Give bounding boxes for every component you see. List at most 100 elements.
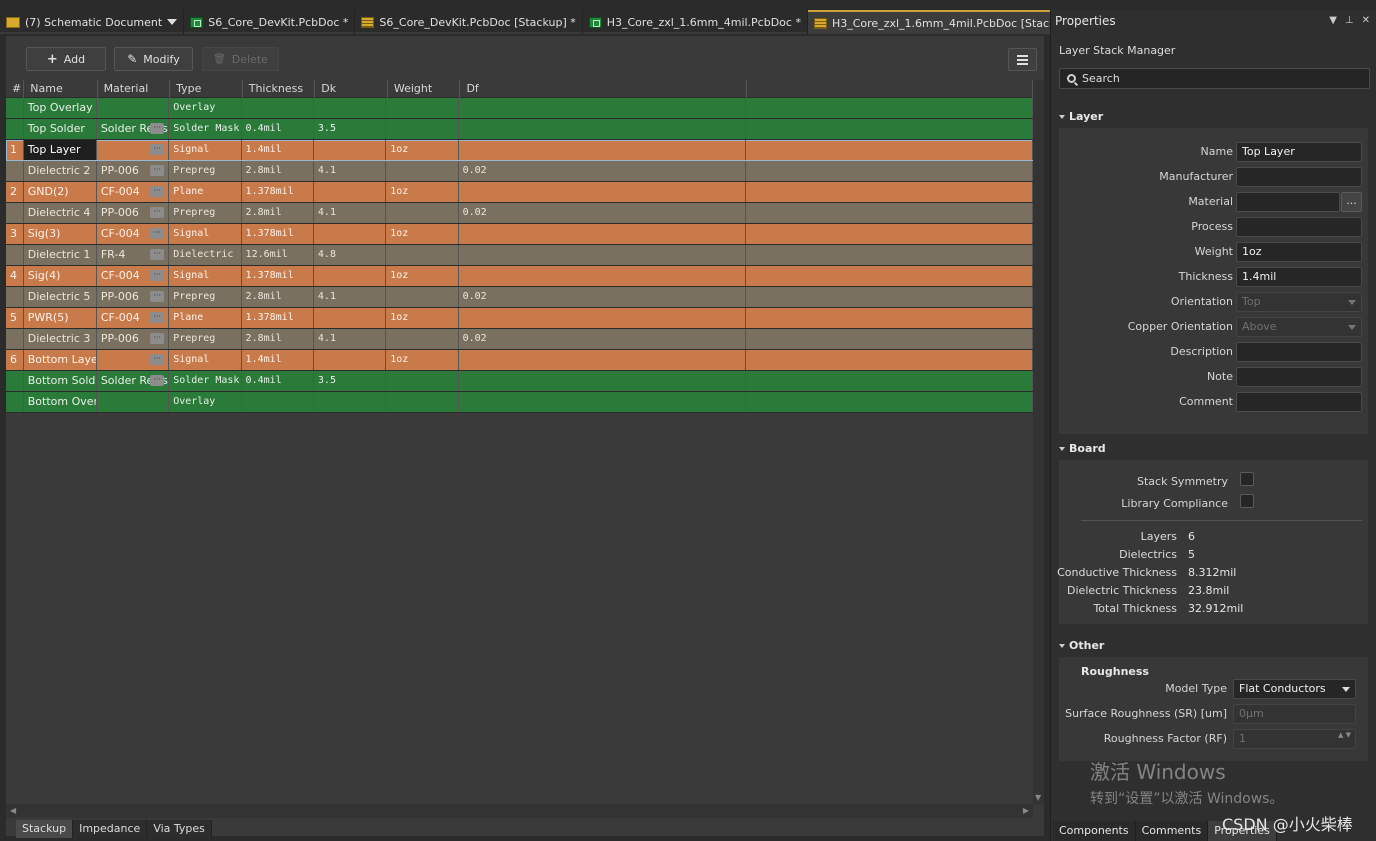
- cell-num[interactable]: 3: [6, 224, 24, 244]
- column-header[interactable]: Thickness: [243, 80, 316, 98]
- ellipsis-icon[interactable]: ···: [150, 165, 165, 176]
- chevron-down-icon[interactable]: [167, 19, 178, 25]
- cell-weight[interactable]: 1oz: [386, 140, 459, 160]
- board-section-header[interactable]: Board: [1059, 442, 1106, 455]
- ellipsis-icon[interactable]: ···: [150, 270, 165, 281]
- table-row[interactable]: 5 PWR(5) CF-004 ··· Plane 1.378mil 1oz: [6, 308, 1033, 329]
- ellipsis-icon[interactable]: ···: [150, 375, 165, 386]
- cell-type[interactable]: Plane: [169, 308, 242, 328]
- prop-field[interactable]: [1236, 192, 1340, 212]
- table-row[interactable]: Top Overlay Overlay: [6, 98, 1033, 119]
- cell-type[interactable]: Signal: [169, 350, 242, 370]
- prop-field[interactable]: [1236, 392, 1362, 412]
- tab-via-types[interactable]: Via Types: [147, 820, 212, 838]
- cell-num[interactable]: 5: [6, 308, 24, 328]
- cell-df[interactable]: 0.02: [459, 329, 746, 349]
- cell-num[interactable]: [6, 371, 24, 391]
- cell-dk[interactable]: 4.1: [314, 161, 387, 181]
- table-row[interactable]: Dielectric 1 FR-4 ··· Dielectric 12.6mil 4.8: [6, 245, 1033, 266]
- column-header[interactable]: Name: [24, 80, 98, 98]
- cell-type[interactable]: Prepreg: [169, 203, 242, 223]
- cell-material[interactable]: CF-004 ···: [97, 182, 170, 202]
- cell-df[interactable]: [459, 245, 746, 265]
- cell-material[interactable]: CF-004 ···: [97, 308, 170, 328]
- cell-type[interactable]: Prepreg: [169, 287, 242, 307]
- cell-name[interactable]: Top Solder: [24, 119, 97, 139]
- checkbox[interactable]: [1240, 494, 1254, 508]
- table-row[interactable]: Dielectric 4 PP-006 ··· Prepreg 2.8mil 4.1 0.0…: [6, 203, 1033, 224]
- cell-dk[interactable]: 4.1: [314, 329, 387, 349]
- cell-thickness[interactable]: 1.4mil: [242, 350, 314, 370]
- panel-menu-icon[interactable]: ▼: [1329, 15, 1337, 26]
- cell-thickness[interactable]: 1.378mil: [242, 224, 314, 244]
- cell-thickness[interactable]: 2.8mil: [242, 287, 314, 307]
- ellipsis-icon[interactable]: ···: [150, 312, 165, 323]
- cell-name[interactable]: GND(2): [24, 182, 97, 202]
- vertical-scrollbar[interactable]: ▼: [1033, 80, 1044, 804]
- cell-weight[interactable]: 1oz: [386, 308, 459, 328]
- search-input[interactable]: Search: [1059, 68, 1370, 89]
- cell-name[interactable]: Dielectric 3: [24, 329, 97, 349]
- table-row[interactable]: Dielectric 5 PP-006 ··· Prepreg 2.8mil 4.1 0.0…: [6, 287, 1033, 308]
- cell-thickness[interactable]: 12.6mil: [242, 245, 314, 265]
- cell-name[interactable]: Dielectric 2: [24, 161, 97, 181]
- cell-df[interactable]: [459, 140, 746, 160]
- prop-field[interactable]: [1236, 217, 1362, 237]
- table-row[interactable]: Bottom Overlay Overlay: [6, 392, 1033, 413]
- prop-field[interactable]: [1236, 342, 1362, 362]
- document-tab-2[interactable]: S6_Core_DevKit.PcbDoc *: [184, 10, 356, 34]
- cell-type[interactable]: Solder Mask: [169, 119, 242, 139]
- cell-num[interactable]: 2: [6, 182, 24, 202]
- cell-weight[interactable]: [386, 329, 459, 349]
- column-header[interactable]: Dk: [315, 80, 388, 98]
- column-header[interactable]: Df: [460, 80, 747, 98]
- cell-weight[interactable]: 1oz: [386, 182, 459, 202]
- cell-type[interactable]: Prepreg: [169, 161, 242, 181]
- delete-button[interactable]: 🗑 Delete: [202, 47, 279, 71]
- cell-material[interactable]: FR-4 ···: [97, 245, 170, 265]
- ellipsis-icon[interactable]: ···: [150, 207, 165, 218]
- horizontal-scrollbar[interactable]: ◀ ▶: [6, 804, 1033, 818]
- cell-name[interactable]: Top Layer: [23, 140, 97, 160]
- cell-thickness[interactable]: 2.8mil: [242, 203, 314, 223]
- cell-dk[interactable]: [314, 224, 387, 244]
- panel-tab-comments[interactable]: Comments: [1135, 821, 1209, 841]
- cell-type[interactable]: Signal: [169, 224, 242, 244]
- cell-df[interactable]: [459, 392, 746, 412]
- cell-weight[interactable]: [386, 119, 459, 139]
- cell-num[interactable]: [6, 245, 24, 265]
- table-row[interactable]: 6 Bottom Layer ··· Signal 1.4mil 1oz: [6, 350, 1033, 371]
- cell-material[interactable]: CF-004 ···: [97, 266, 170, 286]
- cell-name[interactable]: Dielectric 5: [24, 287, 97, 307]
- cell-num[interactable]: [6, 329, 24, 349]
- cell-material[interactable]: PP-006 ···: [97, 161, 170, 181]
- cell-num[interactable]: [6, 203, 24, 223]
- cell-thickness[interactable]: 2.8mil: [242, 329, 314, 349]
- cell-thickness[interactable]: [242, 392, 314, 412]
- cell-df[interactable]: 0.02: [459, 203, 746, 223]
- cell-dk[interactable]: [314, 98, 387, 118]
- cell-weight[interactable]: 1oz: [386, 224, 459, 244]
- checkbox[interactable]: [1240, 472, 1254, 486]
- pin-icon[interactable]: ⊥: [1345, 15, 1354, 26]
- cell-type[interactable]: Overlay: [169, 392, 242, 412]
- cell-weight[interactable]: [386, 371, 459, 391]
- hamburger-menu-button[interactable]: [1008, 48, 1037, 71]
- cell-num[interactable]: [6, 119, 24, 139]
- prop-field[interactable]: [1236, 167, 1362, 187]
- ellipsis-icon[interactable]: ···: [150, 291, 165, 302]
- cell-dk[interactable]: [314, 182, 387, 202]
- cell-dk[interactable]: [314, 392, 387, 412]
- cell-df[interactable]: [459, 371, 746, 391]
- cell-name[interactable]: Bottom Solder: [24, 371, 97, 391]
- cell-thickness[interactable]: 1.378mil: [242, 182, 314, 202]
- cell-thickness[interactable]: 1.4mil: [242, 140, 314, 160]
- table-row[interactable]: 2 GND(2) CF-004 ··· Plane 1.378mil 1oz: [6, 182, 1033, 203]
- column-header[interactable]: Weight: [388, 80, 461, 98]
- cell-num[interactable]: [6, 287, 24, 307]
- ellipsis-icon[interactable]: ···: [150, 144, 165, 155]
- column-header[interactable]: Material: [98, 80, 171, 98]
- ellipsis-icon[interactable]: ···: [150, 123, 165, 134]
- cell-num[interactable]: 1: [6, 140, 24, 160]
- cell-weight[interactable]: 1oz: [386, 266, 459, 286]
